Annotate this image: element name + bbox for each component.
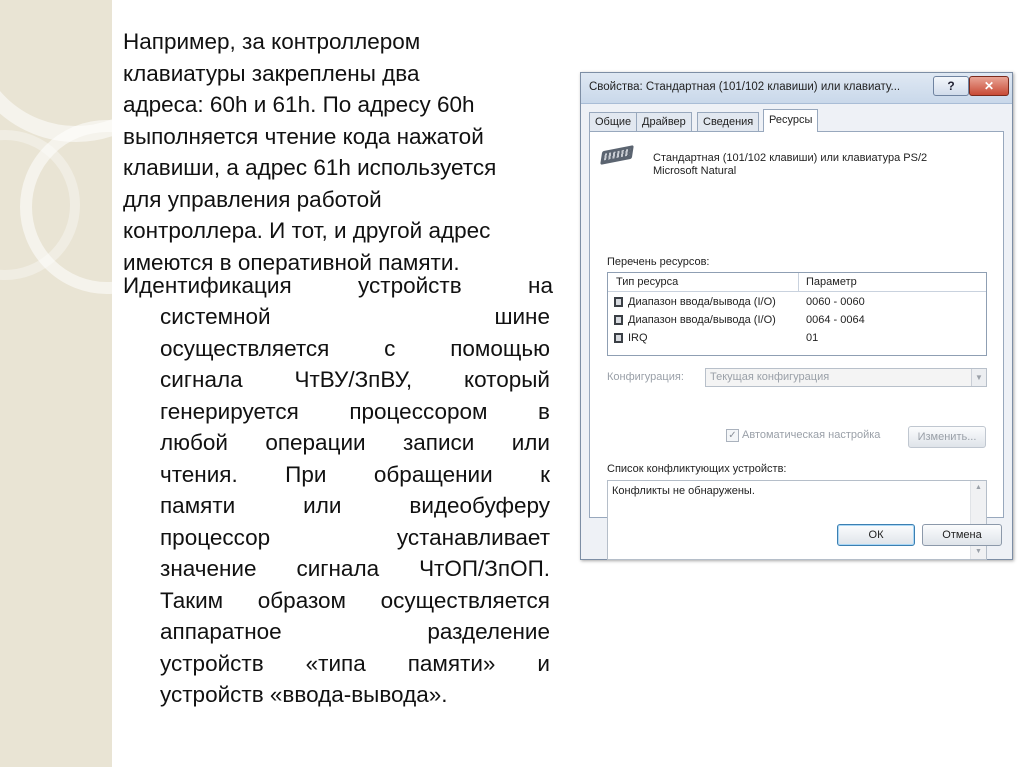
conflicts-label: Список конфликтующих устройств: xyxy=(607,463,787,475)
text-line: устройств «типа памяти» и xyxy=(160,650,550,676)
text-line: значение сигнала ЧтОП/ЗпОП. xyxy=(160,556,550,581)
conflicts-text: Конфликты не обнаружены. xyxy=(612,485,755,497)
text-line: процессор устанавливает xyxy=(160,524,550,550)
text-line: выполняется чтение кода нажатой xyxy=(123,123,484,149)
resource-param: 01 xyxy=(806,332,819,344)
tab-details[interactable]: Сведения xyxy=(697,112,760,131)
column-header-param[interactable]: Параметр xyxy=(806,276,857,288)
text-line: аппаратное разделение xyxy=(160,619,550,644)
device-properties-dialog: Свойства: Стандартная (101/102 клавиши) … xyxy=(580,72,1013,560)
resources-panel: Стандартная (101/102 клавиши) или клавиа… xyxy=(589,131,1004,560)
auto-settings-label: Автоматическая настройка xyxy=(742,429,881,441)
resources-list-label: Перечень ресурсов: xyxy=(607,256,710,268)
table-row[interactable]: Диапазон ввода/вывода (I/O) 0064 - 0064 xyxy=(608,311,986,329)
dialog-title: Свойства: Стандартная (101/102 клавиши) … xyxy=(589,81,901,93)
scroll-up-icon[interactable]: ▲ xyxy=(971,481,986,495)
ok-button[interactable]: ОК xyxy=(837,524,915,546)
device-name-line: Стандартная (101/102 клавиши) или клавиа… xyxy=(653,152,928,164)
text-line: устройств «ввода-вывода». xyxy=(160,682,448,707)
configuration-value: Текущая конфигурация xyxy=(710,371,830,383)
text-line: генерируется процессором в xyxy=(160,398,550,424)
resource-chip-icon xyxy=(614,315,623,325)
decorative-band xyxy=(0,0,112,767)
resource-chip-icon xyxy=(614,333,623,343)
help-button[interactable]: ? xyxy=(933,76,969,96)
resource-type: Диапазон ввода/вывода (I/O) xyxy=(628,314,776,326)
paragraph-identification-first-line: Идентификация устройств на xyxy=(123,270,553,302)
configuration-select[interactable]: Текущая конфигурация ▼ xyxy=(705,368,987,387)
resources-table[interactable]: Тип ресурса Параметр Диапазон ввода/выво… xyxy=(607,272,987,356)
tab-general[interactable]: Общие xyxy=(589,112,638,131)
text-line: Идентификация устройств на xyxy=(123,273,553,298)
cancel-button[interactable]: Отмена xyxy=(922,524,1002,546)
device-name: Стандартная (101/102 клавиши) или клавиа… xyxy=(653,152,927,178)
chevron-down-icon[interactable]: ▼ xyxy=(971,369,986,386)
paragraph-keyboard-addresses: Например, за контроллером клавиатуры зак… xyxy=(123,26,553,278)
conflicts-box[interactable]: Конфликты не обнаружены. ▲ ▼ xyxy=(607,480,987,560)
device-name-line: Microsoft Natural xyxy=(653,165,737,177)
text-line: клавиатуры закреплены два xyxy=(123,60,420,86)
change-button[interactable]: Изменить... xyxy=(908,426,986,448)
column-divider[interactable] xyxy=(798,273,799,291)
tab-driver[interactable]: Драйвер xyxy=(636,112,692,131)
tab-resources[interactable]: Ресурсы xyxy=(763,109,819,132)
resource-param: 0064 - 0064 xyxy=(806,314,865,326)
text-line: системной шине xyxy=(160,304,550,329)
resource-type: IRQ xyxy=(628,332,648,344)
table-header: Тип ресурса Параметр xyxy=(608,273,986,292)
text-line: чтения. При обращении к xyxy=(160,461,550,487)
text-line: адреса: 60h и 61h. По адресу 60h xyxy=(123,92,475,117)
resource-chip-icon xyxy=(614,297,623,307)
text-line: любой операции записи или xyxy=(160,430,550,455)
text-line: клавиши, а адрес 61h используется xyxy=(123,155,497,180)
text-line: сигнала ЧтВУ/ЗпВУ, который xyxy=(160,367,550,392)
table-row[interactable]: IRQ 01 xyxy=(608,329,986,347)
scroll-down-icon[interactable]: ▼ xyxy=(971,545,986,559)
configuration-label: Конфигурация: xyxy=(607,371,684,383)
vertical-scrollbar[interactable]: ▲ ▼ xyxy=(970,481,986,559)
resource-type: Диапазон ввода/вывода (I/O) xyxy=(628,296,776,308)
keyboard-icon xyxy=(600,145,634,165)
close-button[interactable]: ✕ xyxy=(969,76,1009,96)
column-header-type[interactable]: Тип ресурса xyxy=(616,276,678,288)
table-row[interactable]: Диапазон ввода/вывода (I/O) 0060 - 0060 xyxy=(608,293,986,311)
text-line: осуществляется с помощью xyxy=(160,335,550,361)
resource-param: 0060 - 0060 xyxy=(806,296,865,308)
text-line: Например, за контроллером xyxy=(123,29,421,54)
auto-settings-checkbox[interactable]: ✓ xyxy=(726,429,739,442)
paragraph-identification: системной шине осуществляется с помощью … xyxy=(160,301,550,711)
text-line: памяти или видеобуферу xyxy=(160,493,550,518)
text-line: для управления работой xyxy=(123,186,382,212)
text-line: Таким образом осуществляется xyxy=(160,587,550,613)
dialog-titlebar[interactable]: Свойства: Стандартная (101/102 клавиши) … xyxy=(581,73,1012,104)
text-line: контроллера. И тот, и другой адрес xyxy=(123,218,491,243)
